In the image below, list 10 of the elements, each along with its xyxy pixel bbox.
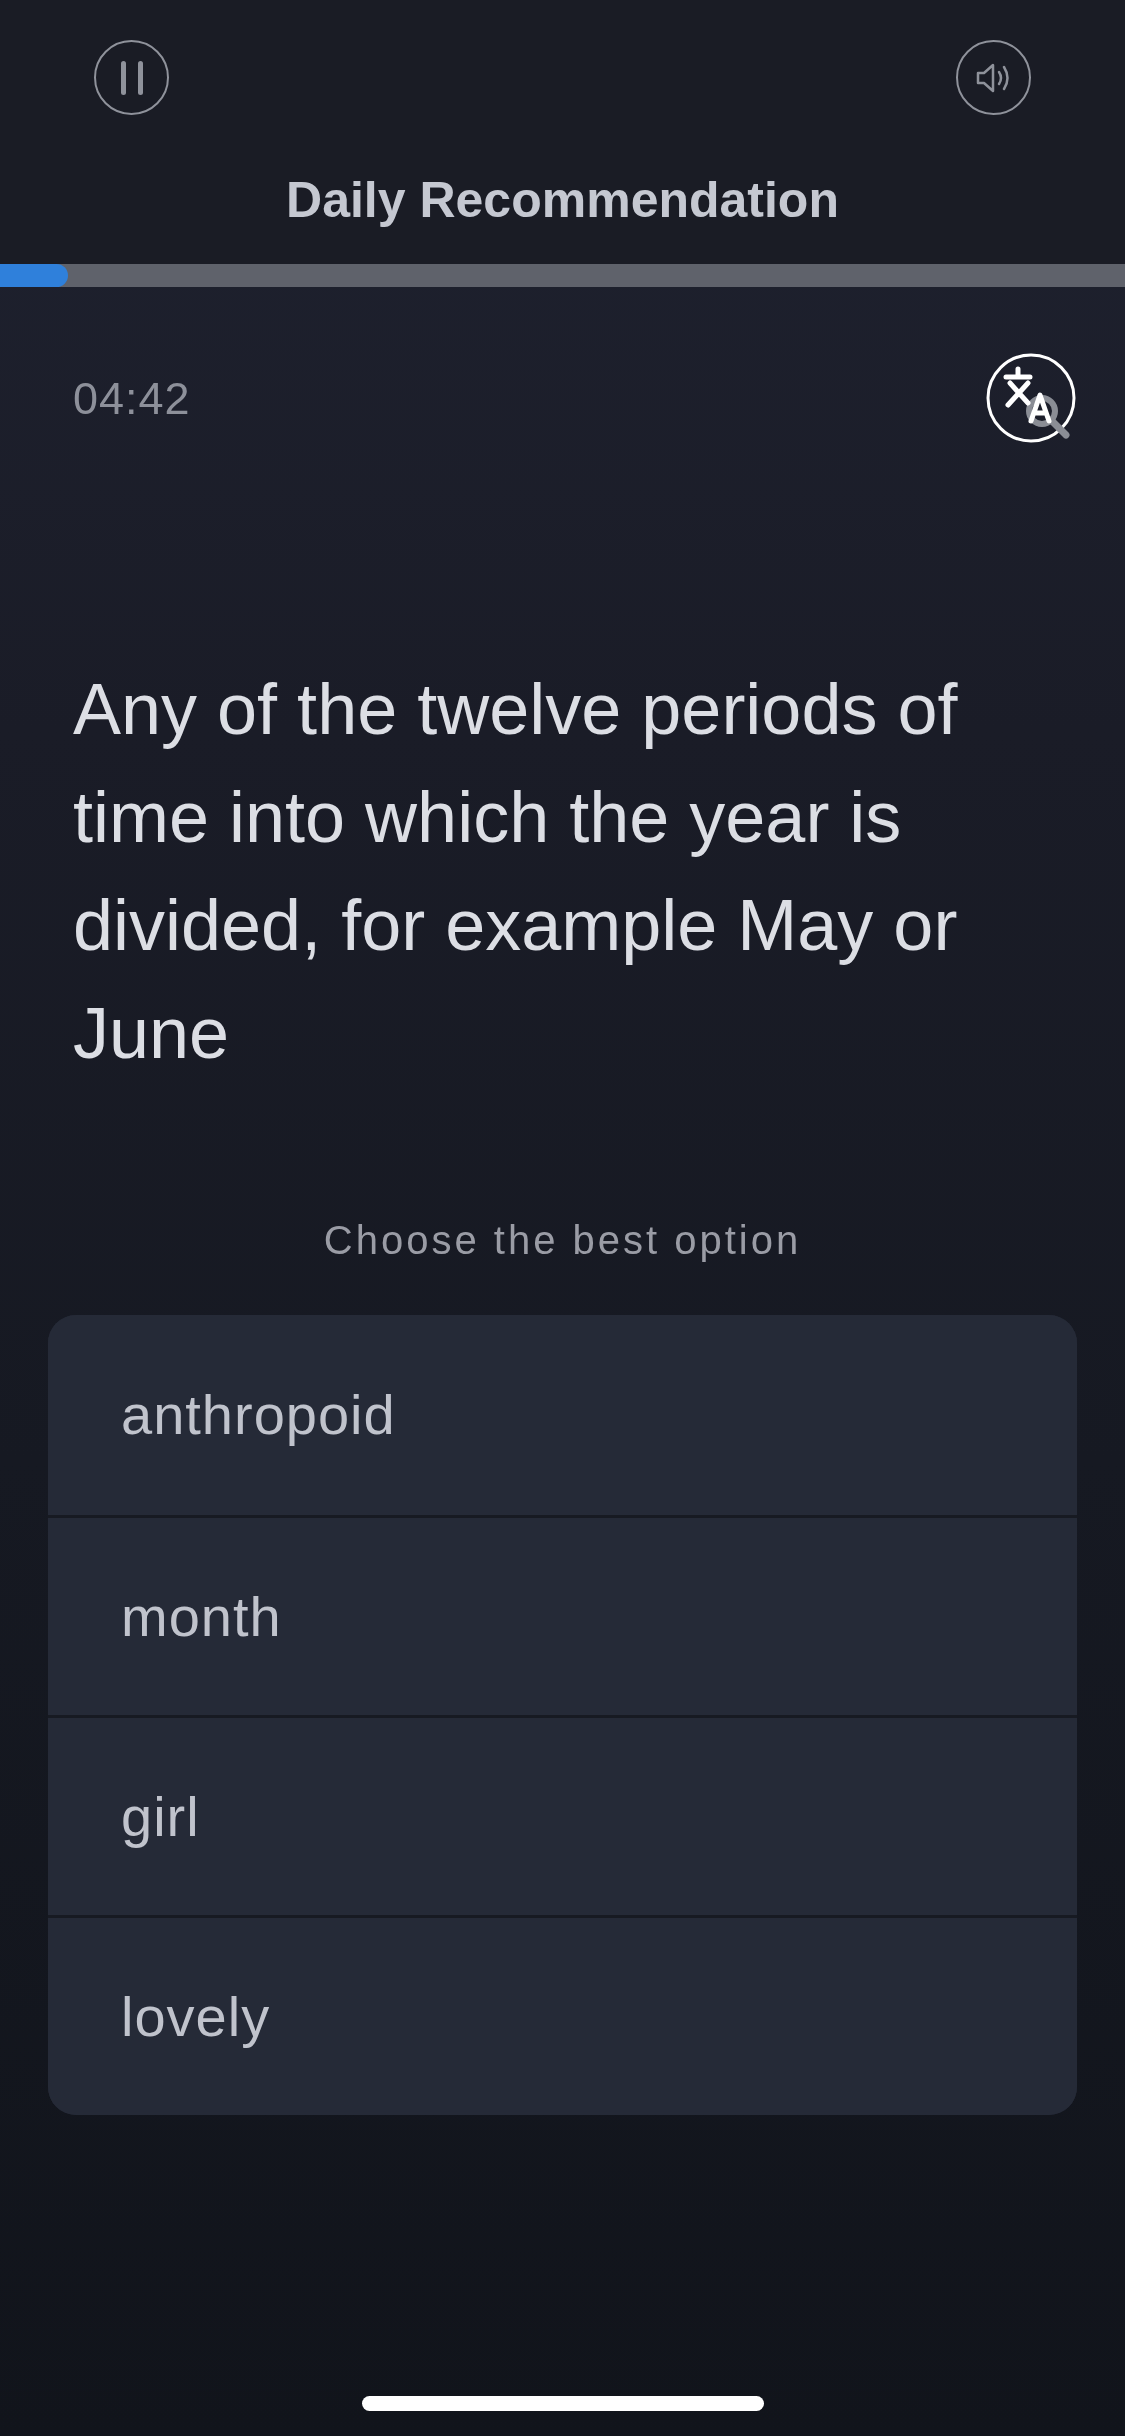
answer-option[interactable]: lovely (48, 1915, 1077, 2115)
timer-text: 04:42 (73, 372, 191, 426)
screen-title: Daily Recommendation (285, 171, 840, 230)
speaker-icon (975, 61, 1012, 94)
sound-button[interactable] (956, 40, 1031, 115)
pause-button[interactable] (94, 40, 169, 115)
question-text: Any of the twelve periods of time into which the year is divided, for example May or June (72, 668, 959, 1075)
prompt-text: Choose the best option (322, 1217, 803, 1264)
translate-icon[interactable] (986, 353, 1078, 445)
pause-icon (120, 60, 143, 95)
